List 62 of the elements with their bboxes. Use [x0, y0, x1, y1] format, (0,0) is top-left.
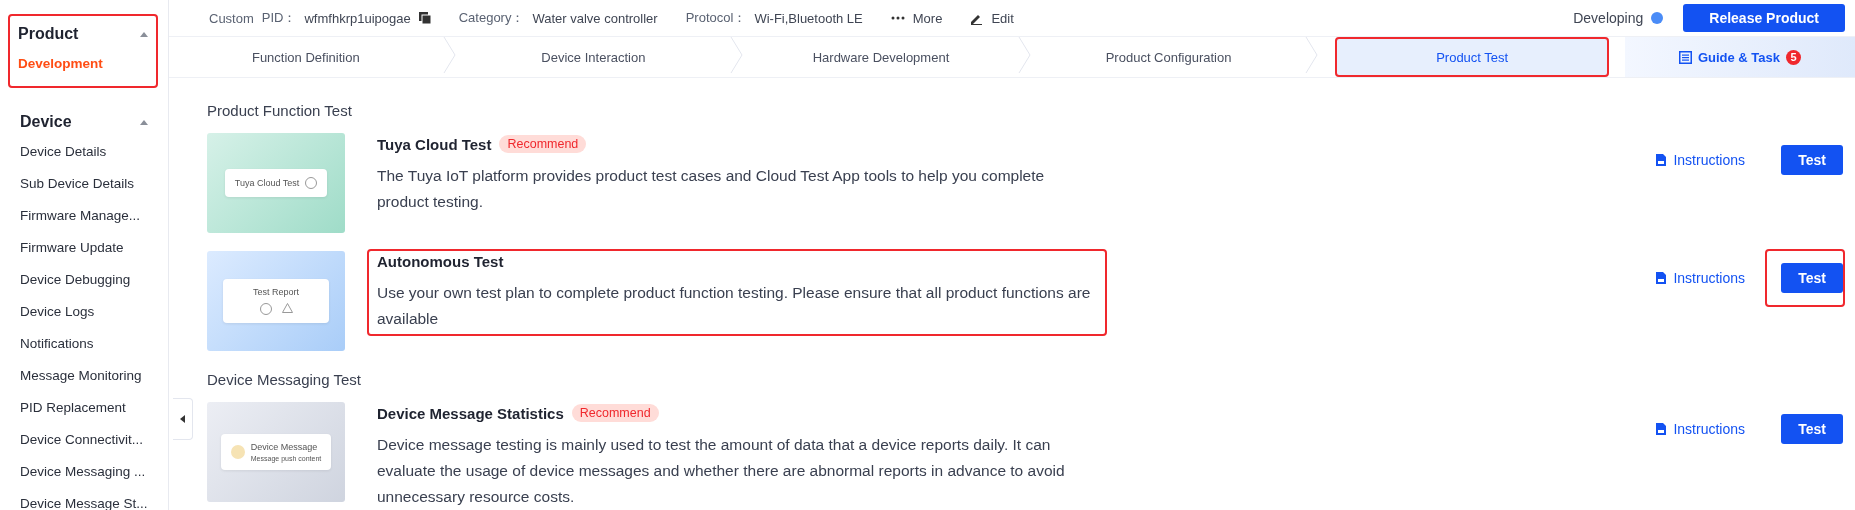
copy-icon[interactable]	[418, 12, 431, 24]
caret-left-icon	[180, 415, 185, 423]
test-description: Device message testing is mainly used to test the amount of data that a device reports daily. It can evaluate the usage of device messages and whether there are abnormal reports in advance to avoid unnecessary resource costs.	[377, 435, 1066, 507]
sidebar-item[interactable]: Firmware Update	[20, 232, 148, 264]
test-title: Autonomous Test	[377, 253, 504, 270]
sidebar-group-title[interactable]: Device	[20, 113, 72, 131]
status-text: Developing	[1573, 10, 1644, 26]
more-icon	[890, 16, 905, 20]
test-button[interactable]: Test	[1781, 263, 1843, 293]
step-tab[interactable]: Product Configuration	[1031, 37, 1306, 77]
sidebar-item[interactable]: Device Connectivit...	[20, 424, 148, 456]
edit-link[interactable]: Edit	[970, 10, 1014, 26]
document-icon	[1656, 154, 1667, 166]
test-button[interactable]: Test	[1781, 145, 1843, 175]
protocol-label: Protocol：	[685, 9, 747, 27]
list-icon	[1678, 50, 1692, 64]
instructions-link[interactable]: Instructions	[1656, 270, 1745, 286]
recommend-tag: Recommend	[499, 135, 587, 153]
step-tab[interactable]: Function Definition	[169, 37, 443, 77]
pid-label: PID：	[261, 9, 297, 27]
test-title: Tuya Cloud Test	[377, 135, 492, 153]
sidebar-item[interactable]: PID Replacement	[20, 392, 148, 424]
more-link[interactable]: More	[890, 10, 943, 26]
sidebar-item[interactable]: Device Logs	[20, 296, 148, 328]
step-tab[interactable]: Hardware Development	[744, 37, 1018, 77]
count-badge: 5	[1786, 49, 1802, 65]
step-tab[interactable]: Product Test	[1335, 37, 1609, 77]
section-title: Device Messaging Test	[207, 371, 362, 388]
illustration-drawing: Test Report	[207, 251, 345, 351]
document-icon	[1656, 272, 1667, 284]
recommend-tag: Recommend	[571, 404, 659, 422]
pid-value: wfmfhkrp1uipogae	[304, 10, 411, 26]
document-icon	[1656, 423, 1667, 435]
sidebar-item[interactable]: Notifications	[20, 328, 148, 360]
caret-icon[interactable]	[140, 119, 148, 125]
sidebar-item[interactable]: Sub Device Details	[20, 168, 148, 200]
warning-icon	[281, 303, 293, 313]
collapse-sidebar-button[interactable]	[173, 398, 193, 440]
sidebar-item[interactable]: Device Messaging ...	[20, 456, 148, 488]
guide-task-tab[interactable]: Guide & Task 5	[1624, 37, 1855, 77]
guide-task-label: Guide & Task	[1697, 49, 1781, 65]
caret-icon[interactable]	[140, 31, 148, 37]
test-button[interactable]: Test	[1781, 414, 1843, 444]
instructions-link[interactable]: Instructions	[1656, 152, 1745, 168]
test-description: The Tuya IoT platform provides product test cases and Cloud Test App tools to help you complete product testing.	[377, 166, 1046, 212]
test-title: Device Message Statistics	[377, 404, 564, 422]
illustration-drawing: Tuya Cloud Test	[207, 133, 345, 233]
sidebar-group-title[interactable]: Product	[18, 25, 79, 43]
sidebar-item[interactable]: Device Details	[20, 136, 148, 168]
instructions-link[interactable]: Instructions	[1656, 421, 1745, 437]
category-value: Water valve controller	[532, 10, 658, 26]
sidebar-item[interactable]: Message Monitoring	[20, 360, 148, 392]
step-tab[interactable]: Device Interaction	[456, 37, 731, 77]
product-type: Custom	[209, 10, 254, 26]
sidebar-item[interactable]: Device Message St...	[20, 488, 148, 510]
category-label: Category：	[458, 9, 525, 27]
test-description: Use your own test plan to complete product function testing. Please ensure that all product functions are available	[377, 283, 1092, 329]
protocol-value: Wi-Fi,Bluetooth LE	[754, 10, 863, 26]
release-product-button[interactable]: Release Product	[1683, 4, 1845, 32]
sidebar-item[interactable]: Firmware Manage...	[20, 200, 148, 232]
section-title: Product Function Test	[207, 102, 353, 119]
sidebar-item[interactable]: Device Debugging	[20, 264, 148, 296]
